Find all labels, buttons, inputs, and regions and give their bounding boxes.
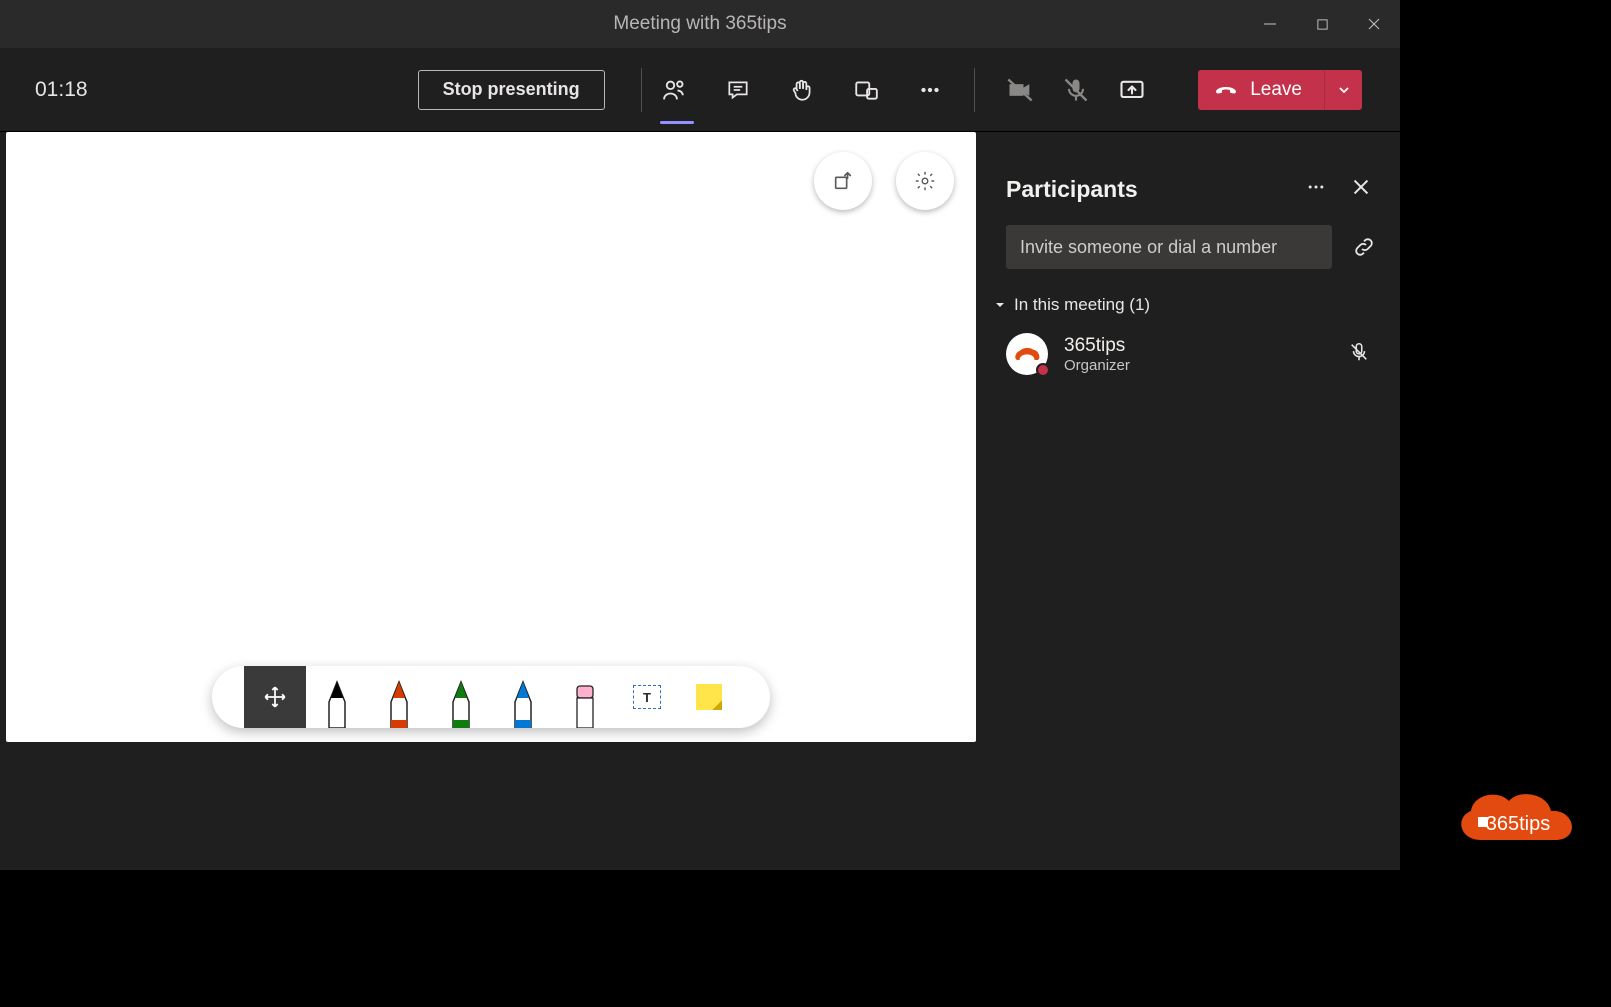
watermark-logo: 365tips bbox=[1451, 775, 1585, 857]
meeting-controls-bar: 01:18 Stop presenting bbox=[0, 48, 1400, 132]
raise-hand-button[interactable] bbox=[788, 76, 816, 104]
leave-label: Leave bbox=[1250, 79, 1302, 101]
participant-name: 365tips bbox=[1064, 335, 1130, 357]
presence-badge bbox=[1036, 363, 1050, 377]
whiteboard-pen-red[interactable] bbox=[368, 666, 430, 728]
in-meeting-section[interactable]: In this meeting (1) bbox=[976, 269, 1400, 319]
whiteboard-pen-black[interactable] bbox=[306, 666, 368, 728]
maximize-button[interactable] bbox=[1296, 0, 1348, 48]
leave-options-button[interactable] bbox=[1324, 70, 1362, 110]
whiteboard-canvas[interactable]: T bbox=[6, 132, 976, 742]
hangup-icon bbox=[1214, 78, 1238, 102]
whiteboard-eraser-tool[interactable] bbox=[554, 666, 616, 728]
content-area: T Participants bbox=[0, 132, 1400, 870]
text-icon: T bbox=[633, 685, 661, 709]
participant-info: 365tips Organizer bbox=[1064, 335, 1130, 374]
invite-row bbox=[976, 225, 1400, 269]
share-screen-button[interactable] bbox=[1118, 76, 1146, 104]
participants-title: Participants bbox=[1006, 176, 1138, 203]
whiteboard-top-controls bbox=[814, 152, 954, 210]
stop-presenting-button[interactable]: Stop presenting bbox=[418, 70, 605, 110]
leave-button[interactable]: Leave bbox=[1198, 70, 1324, 110]
breakout-rooms-button[interactable] bbox=[852, 76, 880, 104]
whiteboard-text-tool[interactable]: T bbox=[616, 666, 678, 728]
whiteboard-toolbar: T bbox=[212, 666, 770, 728]
participant-role: Organizer bbox=[1064, 357, 1130, 374]
participant-mic-muted-icon[interactable] bbox=[1348, 341, 1370, 368]
link-icon bbox=[1352, 235, 1376, 259]
chat-button[interactable] bbox=[724, 76, 752, 104]
center-controls bbox=[660, 76, 944, 104]
meeting-timer: 01:18 bbox=[35, 78, 88, 102]
titlebar: Meeting with 365tips bbox=[0, 0, 1400, 48]
chevron-down-icon bbox=[994, 299, 1006, 311]
minimize-button[interactable] bbox=[1244, 0, 1296, 48]
participant-row[interactable]: 365tips Organizer bbox=[976, 319, 1400, 383]
participants-panel: Participants In this meetin bbox=[976, 132, 1400, 870]
close-button[interactable] bbox=[1348, 0, 1400, 48]
pen-icon bbox=[383, 676, 415, 728]
pen-icon bbox=[507, 676, 539, 728]
participants-more-button[interactable] bbox=[1306, 177, 1326, 202]
participants-header-actions bbox=[1306, 177, 1370, 202]
window-controls bbox=[1244, 0, 1400, 48]
right-controls: Leave bbox=[1006, 70, 1392, 110]
watermark-text: 365tips bbox=[1486, 813, 1551, 835]
participants-header: Participants bbox=[976, 152, 1400, 217]
more-actions-button[interactable] bbox=[916, 76, 944, 104]
pen-icon bbox=[445, 676, 477, 728]
export-icon bbox=[832, 170, 854, 192]
camera-toggle-button[interactable] bbox=[1006, 76, 1034, 104]
app-window: Meeting with 365tips 01:18 Stop presenti… bbox=[0, 0, 1400, 870]
invite-input[interactable] bbox=[1006, 225, 1332, 269]
leave-button-group: Leave bbox=[1198, 70, 1362, 110]
gear-icon bbox=[914, 170, 936, 192]
whiteboard-move-tool[interactable] bbox=[244, 666, 306, 728]
participants-close-button[interactable] bbox=[1352, 178, 1370, 201]
sticky-note-icon bbox=[696, 684, 722, 710]
move-icon bbox=[262, 684, 288, 710]
in-meeting-label: In this meeting (1) bbox=[1014, 295, 1150, 315]
separator bbox=[974, 68, 975, 112]
whiteboard-export-button[interactable] bbox=[814, 152, 872, 210]
whiteboard-pen-blue[interactable] bbox=[492, 666, 554, 728]
pen-icon bbox=[321, 676, 353, 728]
avatar bbox=[1006, 333, 1048, 375]
copy-link-button[interactable] bbox=[1350, 233, 1378, 261]
whiteboard-settings-button[interactable] bbox=[896, 152, 954, 210]
microphone-toggle-button[interactable] bbox=[1062, 76, 1090, 104]
participants-button[interactable] bbox=[660, 76, 688, 104]
whiteboard-sticky-note-tool[interactable] bbox=[678, 666, 740, 728]
eraser-icon bbox=[569, 676, 601, 728]
whiteboard-pen-green[interactable] bbox=[430, 666, 492, 728]
window-title: Meeting with 365tips bbox=[613, 13, 786, 35]
separator bbox=[641, 68, 642, 112]
